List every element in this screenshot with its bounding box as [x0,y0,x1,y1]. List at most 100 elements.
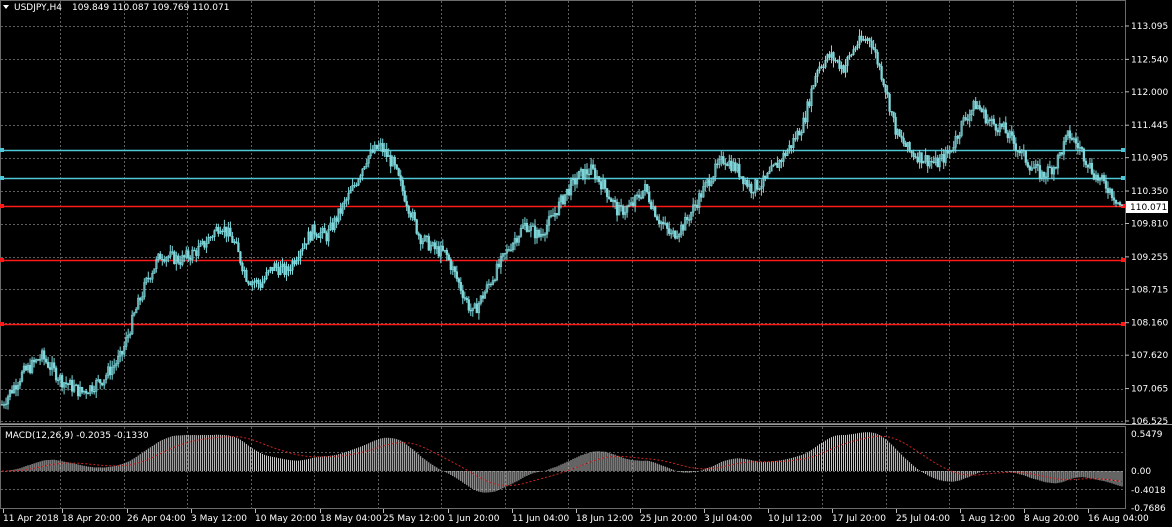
candle-body [654,206,657,217]
candle-body [756,179,759,190]
candle-body [980,108,983,113]
candle-body [876,52,879,65]
candle-body [878,63,881,67]
support-line-2-anchor[interactable] [1121,258,1125,262]
candle-body [1048,166,1052,168]
resistance-line-upper-anchor[interactable] [1121,148,1125,152]
price-tick-label: 112.540 [1131,55,1168,65]
candle-body [1028,166,1031,171]
candle-body [1014,143,1017,151]
candle-body [1038,165,1042,179]
candle-body [567,188,571,196]
candle-body [914,156,917,158]
support-line-3-anchor[interactable] [0,322,4,326]
candle-body [409,213,412,218]
candle-body [984,109,987,124]
candle-body [784,152,787,156]
candle-body [1068,130,1072,139]
resistance-line-upper-anchor[interactable] [0,148,4,152]
candle-body [1110,188,1114,199]
candle-body [892,111,895,118]
candle-body [637,194,641,198]
candle-body [249,283,252,286]
candle-body [916,156,919,163]
candle-body [91,385,94,392]
candle-body [60,375,64,388]
candle-body [46,361,50,368]
candle-body [912,152,915,157]
candle-body [541,233,545,236]
candle-body [662,221,665,225]
candle-body [1112,197,1116,201]
candle-body [860,35,863,41]
macd-tick-label: 0.00 [1131,467,1151,477]
support-line-3-anchor[interactable] [1121,322,1125,326]
candle-body [395,164,398,169]
candle-body [974,101,977,110]
mt4-chart-window[interactable]: 113.095 112.540 112.000 111.445 110.905 110.3… [0,0,1172,527]
candle-body [193,249,196,252]
candle-body [902,137,905,144]
candle-body [425,235,428,237]
candle-body [904,143,907,147]
candle-body [605,188,609,198]
candle-body [1070,137,1074,140]
candle-body [1118,202,1122,206]
resistance-line-lower-anchor[interactable] [1121,176,1125,180]
horizontal-lines[interactable] [0,148,1125,326]
ohlc-values: 109.849 110.087 109.769 110.071 [72,3,229,13]
support-line-1-anchor[interactable] [0,204,4,208]
candle-body [1004,122,1007,134]
candle-body [730,160,733,171]
candle-body [804,117,807,123]
candle-body [1080,147,1084,150]
time-tick-label: 3 May 12:00 [191,514,247,524]
time-axis[interactable]: 11 Apr 2018 18 Apr 20:00 26 Apr 04:00 3 May… [3,509,1149,524]
candle-body [203,240,206,248]
support-line-2-anchor[interactable] [0,258,4,262]
candle-body [427,236,430,251]
candle-body [573,177,577,185]
candle-body [686,217,689,220]
candle-body [764,175,767,178]
candle-body [708,179,711,187]
candle-body [738,163,741,178]
candle-body [790,145,793,148]
candle-body [932,161,935,163]
candle-body [864,39,867,41]
candle-body [221,230,224,233]
candle-body [283,263,286,275]
candle-body [187,250,190,259]
chart-canvas[interactable]: 113.095 112.540 112.000 111.445 110.905 110.3… [0,0,1172,527]
candle-body [722,156,725,164]
symbol-menu-icon[interactable] [3,5,9,9]
candle-body [32,359,36,363]
candle-body [1104,180,1108,189]
macd-scale[interactable]: 0.5479 0.00 -0.4018 -0.7686 [1131,430,1166,514]
candle-body [293,260,296,265]
resistance-line-lower-anchor[interactable] [0,176,4,180]
candle-body [259,283,262,288]
candle-body [1060,152,1064,155]
candle-body [734,162,737,172]
candle-body [1120,204,1124,206]
candle-body [591,164,595,169]
candle-body [639,197,643,199]
candle-body [393,156,396,166]
candle-body [253,281,256,283]
candle-body [1022,149,1025,152]
candle-body [894,116,897,135]
time-tick-label: 18 Apr 20:00 [62,514,121,524]
time-tick-label: 18 Jun 12:00 [576,514,633,524]
candle-body [385,149,388,157]
candle-body [441,245,444,251]
candle-body [537,229,541,237]
price-scale[interactable]: 113.095 112.540 112.000 111.445 110.905 110.3… [1125,22,1168,427]
candle-body [674,230,677,239]
candle-body [109,366,112,376]
candle-body [988,119,991,122]
candle-body [650,201,653,209]
candle-body [597,176,601,182]
candle-body [161,258,164,261]
candle-body [101,382,104,386]
